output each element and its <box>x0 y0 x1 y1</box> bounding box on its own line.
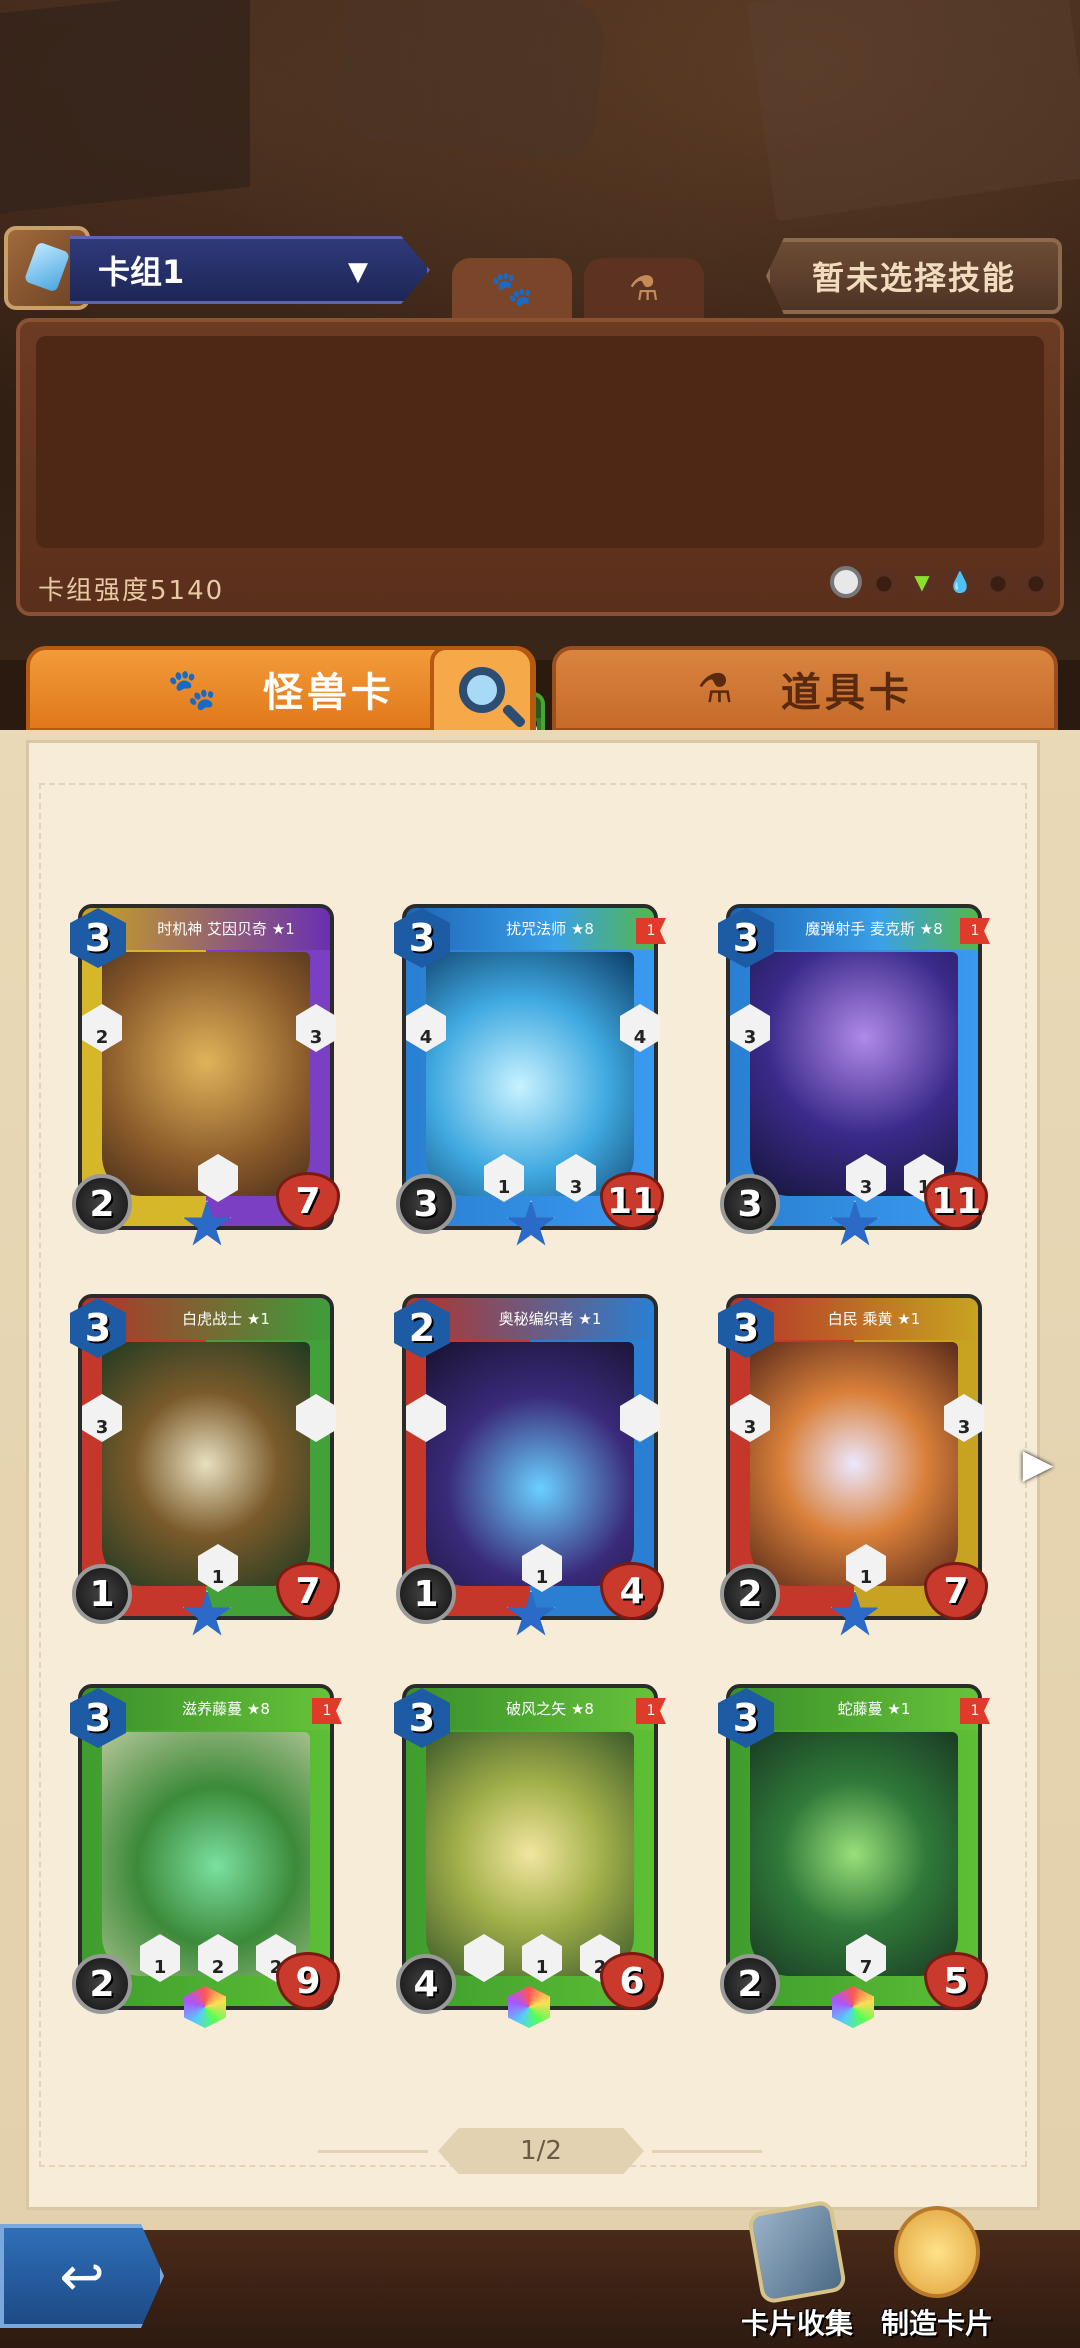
monster-card[interactable]: 白民 乘黄 ★1 3 3 3 1 2 7 <box>718 1294 988 1636</box>
paw-icon: 🐾 <box>490 269 534 309</box>
paw-icon: 🐾 <box>167 666 221 713</box>
element-water-icon[interactable]: 💧 <box>944 566 976 598</box>
deck-strength: 卡组强度5140 <box>38 576 225 606</box>
card-attack: 3 <box>720 1174 780 1234</box>
search-button[interactable] <box>430 646 534 734</box>
monster-card[interactable]: 扰咒法师 ★8 3 1 4 4 1 3 3 11 <box>394 904 666 1246</box>
deck-card-strip <box>36 336 1044 548</box>
card-attack: 2 <box>72 1174 132 1234</box>
level-flag: 1 <box>960 918 990 944</box>
chevron-down-icon: ▼ <box>348 257 368 287</box>
card-collection-label: 卡片收集 <box>740 2307 853 2340</box>
flask-icon: ⚗ <box>628 269 660 309</box>
card-art <box>426 952 634 1196</box>
skill-select-button[interactable]: 暂未选择技能 <box>766 238 1062 314</box>
tab-monster-label: 怪兽卡 <box>262 670 395 716</box>
deck-tab-item[interactable]: ⚗ <box>584 258 704 320</box>
craft-card-icon <box>894 2206 980 2298</box>
element-dark-icon[interactable]: ● <box>1020 566 1052 598</box>
card-attack: 2 <box>720 1564 780 1624</box>
card-art <box>102 952 310 1196</box>
craft-card-button[interactable]: 制造卡片 <box>872 2206 1002 2342</box>
card-collection-button[interactable]: 卡片收集 <box>732 2199 862 2342</box>
level-flag: 1 <box>960 1698 990 1724</box>
back-button[interactable]: ↩ <box>0 2224 164 2328</box>
element-nature-icon[interactable]: ▼ <box>906 566 938 598</box>
page-divider-left <box>318 2150 428 2153</box>
level-flag: 1 <box>636 918 666 944</box>
card-health: 11 <box>600 1172 664 1230</box>
monster-card[interactable]: 滋养藤蔓 ★8 3 1 1 2 2 2 9 <box>70 1684 342 2028</box>
card-attack: 2 <box>720 1954 780 2014</box>
monster-card[interactable]: 破风之矢 ★8 3 1 1 2 4 6 <box>394 1684 666 2028</box>
element-all-icon[interactable] <box>830 566 862 598</box>
element-filter: ● ▼ 💧 ● ● <box>830 566 1052 598</box>
magnifier-icon <box>459 667 505 713</box>
background-paper <box>746 0 1080 222</box>
level-flag: 1 <box>312 1698 342 1724</box>
monster-card[interactable]: 时机神 艾因贝奇 ★1 3 2 3 2 7 <box>70 904 340 1246</box>
background-book <box>0 0 250 214</box>
next-page-arrow-icon[interactable]: ▶ <box>1022 1440 1054 1488</box>
deck-selector[interactable]: 卡组1 ▼ <box>70 236 430 304</box>
page-divider-right <box>652 2150 762 2153</box>
back-arrow-icon: ↩ <box>59 2244 105 2308</box>
element-fire-icon[interactable]: ● <box>868 566 900 598</box>
background-scroll <box>332 0 608 164</box>
tab-item-label: 道具卡 <box>780 670 913 716</box>
monster-card[interactable]: 蛇藤蔓 ★1 3 1 7 2 5 <box>718 1684 990 2028</box>
card-health: 11 <box>924 1172 988 1230</box>
flask-icon: ⚗ <box>697 666 737 712</box>
level-flag: 1 <box>636 1698 666 1724</box>
card-attack: 3 <box>396 1174 456 1234</box>
deck-name: 卡组1 <box>98 253 185 291</box>
card-attack: 2 <box>72 1954 132 2014</box>
deck-tab-monster[interactable]: 🐾 <box>452 258 572 320</box>
card-attack: 1 <box>72 1564 132 1624</box>
card-art <box>750 1342 958 1586</box>
monster-card[interactable]: 奥秘编织者 ★1 2 1 1 4 <box>394 1294 664 1636</box>
monster-card[interactable]: 白虎战士 ★1 3 3 1 1 7 <box>70 1294 340 1636</box>
element-earth-icon[interactable]: ● <box>982 566 1014 598</box>
tab-item-cards[interactable]: ⚗ 道具卡 <box>552 646 1058 732</box>
craft-card-label: 制造卡片 <box>880 2307 993 2340</box>
page-indicator: 1/2 <box>438 2128 644 2174</box>
card-collection-icon <box>746 2199 848 2305</box>
card-attack: 1 <box>396 1564 456 1624</box>
monster-card[interactable]: 魔弹射手 麦克斯 ★8 3 1 3 3 1 3 11 <box>718 904 990 1246</box>
card-art <box>102 1342 310 1586</box>
card-art <box>426 1342 634 1586</box>
card-art <box>750 1732 958 1976</box>
deck-panel: ★83⚲★83⚲★13⚲★83⚲★83⚲★16⚲★14⚲★61⚲ 卡组强度514… <box>16 318 1064 874</box>
card-attack: 4 <box>396 1954 456 2014</box>
